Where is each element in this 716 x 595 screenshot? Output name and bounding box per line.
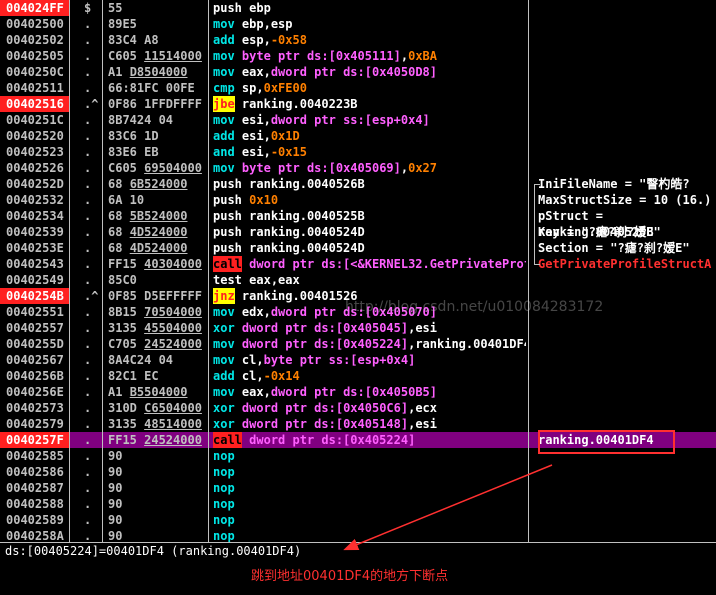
annotation-arrow	[343, 464, 553, 551]
